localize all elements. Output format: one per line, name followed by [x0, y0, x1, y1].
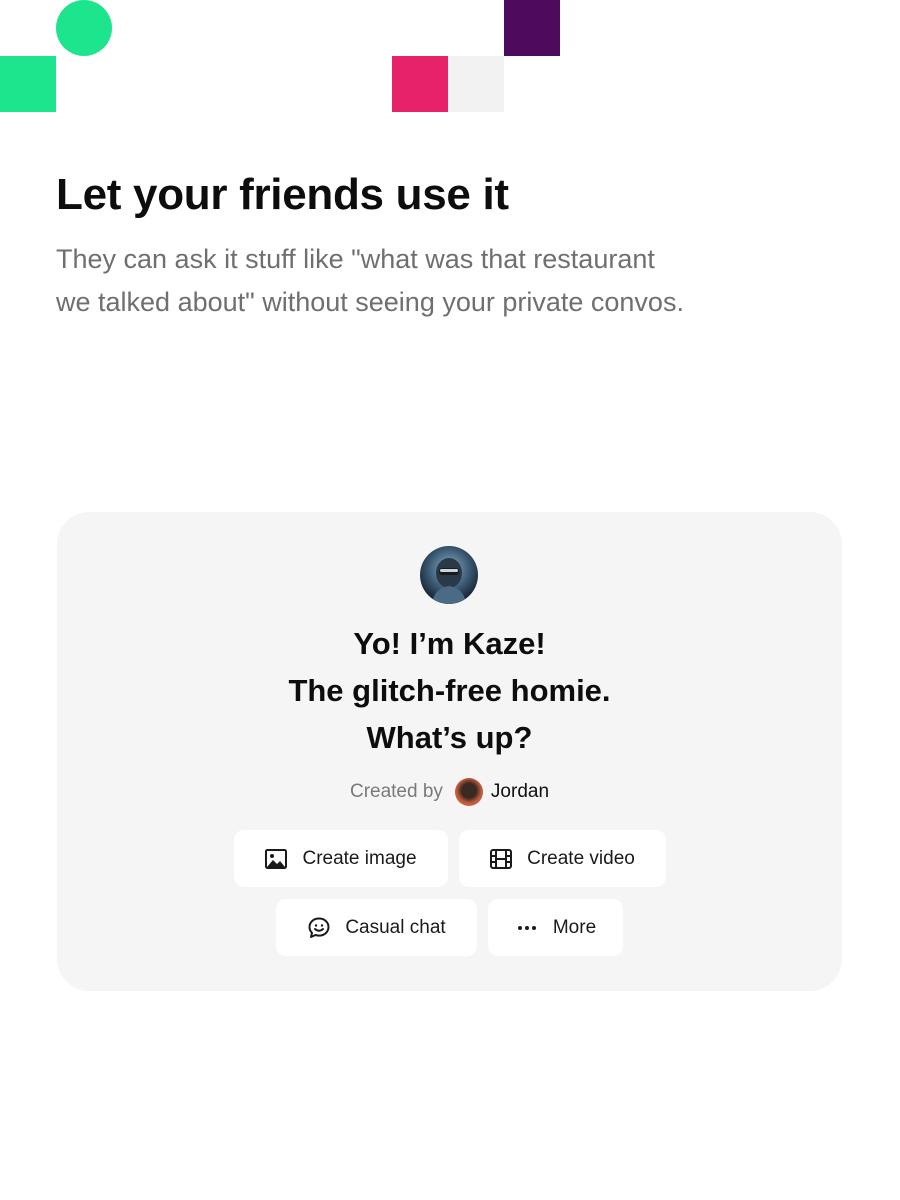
create-image-button[interactable]: Create image [233, 830, 448, 887]
creator-avatar[interactable] [454, 778, 483, 806]
bot-intro-card: Yo! I’m Kaze! The glitch-free homie. Wha… [57, 512, 842, 991]
greeting-line: What’s up? [366, 720, 533, 755]
created-by-label: Created by [349, 781, 443, 802]
greeting-line: The glitch-free homie. [288, 673, 611, 708]
chat-smile-icon [307, 916, 331, 940]
create-video-label: Create video [527, 847, 635, 869]
casual-chat-button[interactable]: Casual chat [276, 899, 477, 956]
film-icon [489, 847, 513, 871]
decor-green-circle [56, 0, 112, 56]
creator-name[interactable]: Jordan [491, 781, 549, 803]
more-button[interactable]: More [488, 899, 623, 956]
image-icon [264, 847, 288, 871]
decor-pink-square [392, 56, 448, 112]
casual-chat-label: Casual chat [345, 916, 446, 938]
decor-purple-square [504, 0, 560, 56]
more-dots-icon [515, 916, 539, 940]
page-title: Let your friends use it [56, 170, 509, 219]
subtitle-line: we talked about" without seeing your pri… [56, 287, 684, 317]
bot-avatar [420, 546, 478, 604]
bot-greeting: Yo! I’m Kaze! The glitch-free homie. Wha… [57, 620, 842, 761]
more-label: More [552, 916, 597, 938]
subtitle-line: They can ask it stuff like "what was tha… [56, 244, 655, 274]
create-video-button[interactable]: Create video [458, 830, 666, 887]
decor-grey-square [448, 56, 504, 112]
greeting-line: Yo! I’m Kaze! [353, 626, 546, 661]
create-image-label: Create image [302, 847, 417, 869]
page-subtitle: They can ask it stuff like "what was tha… [56, 238, 776, 324]
decor-green-square [0, 56, 56, 112]
created-by: Created by Jordan [57, 778, 842, 806]
